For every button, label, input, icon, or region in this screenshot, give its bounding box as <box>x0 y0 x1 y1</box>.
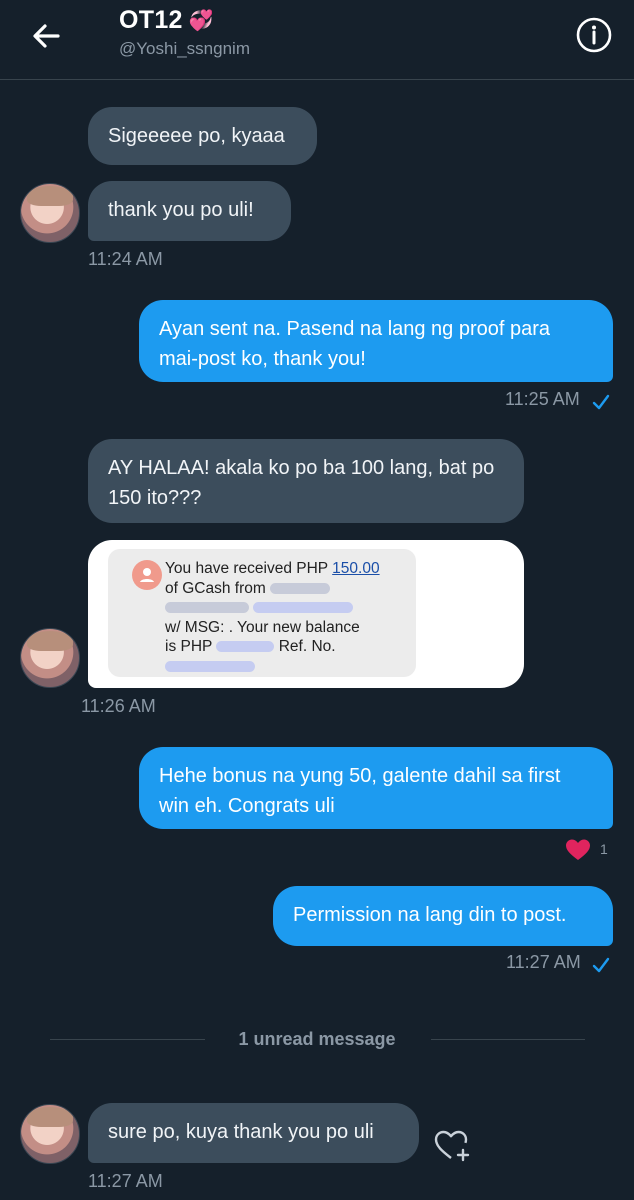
redacted-name <box>165 602 249 614</box>
notification-text: You have received PHP 150.00 of GCash fr… <box>165 559 405 676</box>
redacted-name <box>270 582 331 594</box>
message-timestamp: 11:26 AM <box>81 696 156 716</box>
avatar[interactable] <box>20 1104 80 1164</box>
person-icon <box>132 560 162 590</box>
balance-label: is PHP <box>165 638 213 655</box>
message-timestamp: 11:25 AM <box>505 389 580 409</box>
received-text: You have received PHP <box>165 560 333 577</box>
back-arrow-icon[interactable] <box>28 18 64 54</box>
conversation-title[interactable]: OT12 💞 @Yoshi_ssngnim <box>119 6 250 59</box>
avatar[interactable] <box>20 183 80 243</box>
contact-name: OT12 💞 <box>119 6 250 35</box>
incoming-message[interactable]: AY HALAA! akala ko po ba 100 lang, bat p… <box>88 439 524 523</box>
heart-icon[interactable] <box>565 838 591 862</box>
message-text: w/ MSG: . Your new balance <box>165 618 360 636</box>
divider-line <box>431 1039 585 1040</box>
outgoing-message[interactable]: Permission na lang din to post. <box>273 886 613 946</box>
incoming-message[interactable]: Sigeeeee po, kyaaa <box>88 107 317 165</box>
redacted-number <box>253 602 354 614</box>
contact-name-text: OT12 <box>119 6 183 34</box>
info-icon[interactable] <box>575 16 613 54</box>
read-check-icon <box>592 394 610 410</box>
amount-link: 150.00 <box>332 560 380 577</box>
redacted-ref <box>165 660 255 672</box>
outgoing-message[interactable]: Hehe bonus na yung 50, galente dahil sa … <box>139 747 613 829</box>
read-check-icon <box>592 957 610 973</box>
contact-handle: @Yoshi_ssngnim <box>119 39 250 58</box>
add-reaction-icon[interactable] <box>433 1126 471 1164</box>
gcash-notification: You have received PHP 150.00 of GCash fr… <box>108 549 416 677</box>
from-text: of GCash from <box>165 579 266 597</box>
incoming-message[interactable]: thank you po uli! <box>88 181 291 241</box>
message-timestamp: 11:27 AM <box>88 1171 163 1191</box>
conversation-header: OT12 💞 @Yoshi_ssngnim <box>0 0 634 80</box>
avatar[interactable] <box>20 628 80 688</box>
message-timestamp: 11:24 AM <box>88 249 163 269</box>
ref-label: Ref. No. <box>278 638 336 655</box>
message-timestamp: 11:27 AM <box>506 952 581 972</box>
incoming-message[interactable]: sure po, kuya thank you po uli <box>88 1103 419 1163</box>
outgoing-message[interactable]: Ayan sent na. Pasend na lang ng proof pa… <box>139 300 613 382</box>
hearts-emoji: 💞 <box>188 10 214 32</box>
image-attachment[interactable]: You have received PHP 150.00 of GCash fr… <box>88 540 524 688</box>
redacted-balance <box>216 641 275 653</box>
reaction-count: 1 <box>600 841 608 857</box>
